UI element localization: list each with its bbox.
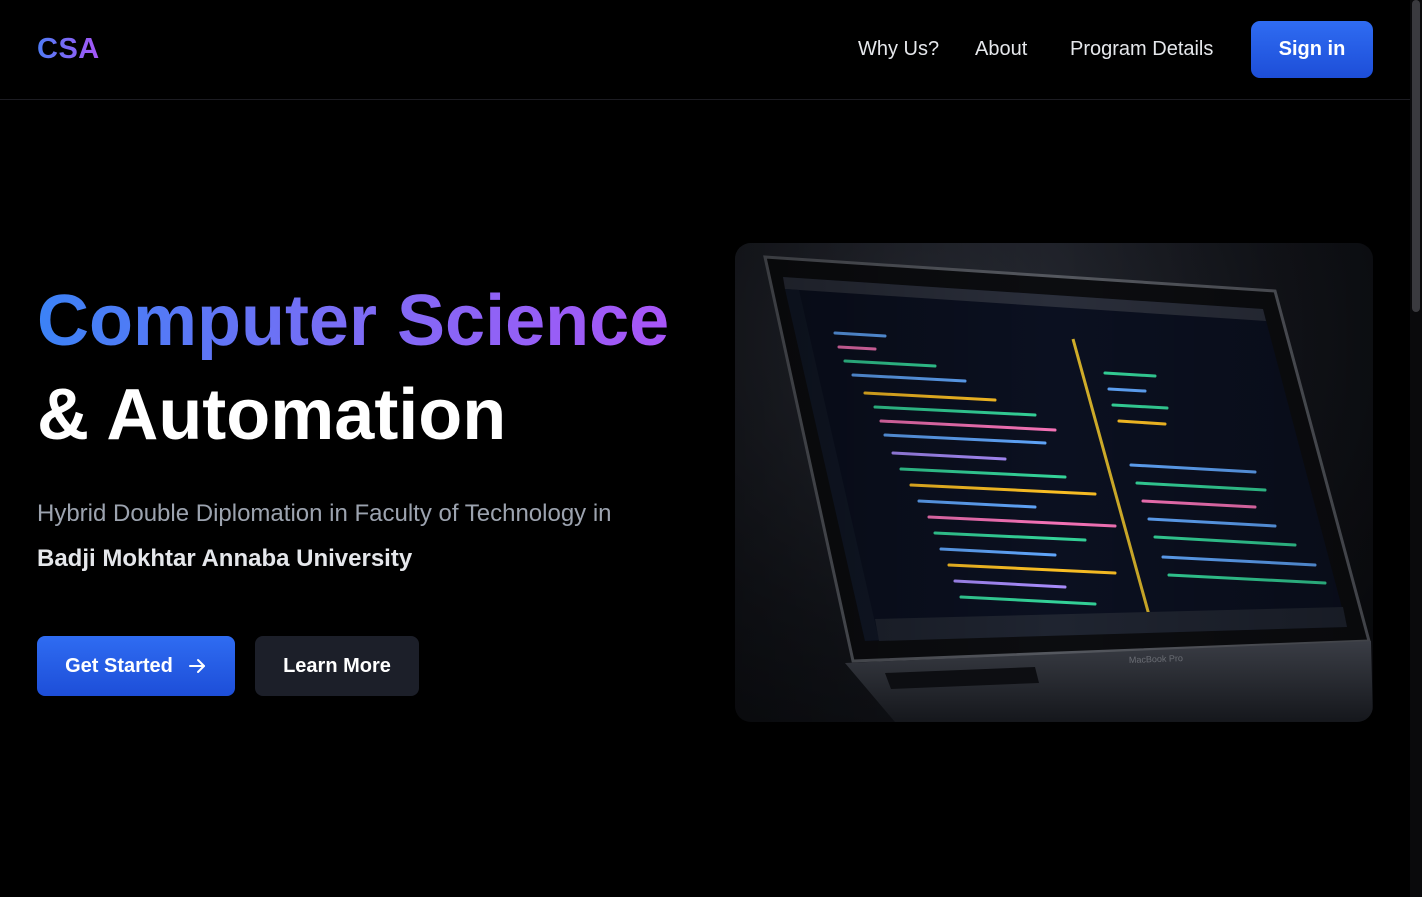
learn-more-button[interactable]: Learn More bbox=[255, 636, 419, 696]
hero-subtitle: Hybrid Double Diplomation in Faculty of … bbox=[37, 500, 612, 527]
nav-link-program-details[interactable]: Program Details bbox=[1070, 38, 1213, 61]
nav-link-why-us[interactable]: Why Us? bbox=[858, 38, 939, 61]
hero-title: & Automation bbox=[37, 375, 507, 455]
top-navigation-bar: CSA Why Us? About Program Details Sign i… bbox=[0, 0, 1410, 100]
arrow-right-icon bbox=[187, 656, 207, 676]
sign-in-button[interactable]: Sign in bbox=[1251, 21, 1373, 78]
hero-university: Badji Mokhtar Annaba University bbox=[37, 545, 413, 572]
get-started-label: Get Started bbox=[65, 654, 173, 677]
svg-text:MacBook Pro: MacBook Pro bbox=[1129, 653, 1183, 665]
landing-page: CSA Why Us? About Program Details Sign i… bbox=[0, 0, 1422, 897]
hero-title-gradient: Computer Science bbox=[37, 278, 669, 364]
site-logo[interactable]: CSA bbox=[37, 33, 100, 66]
page-scrollbar[interactable] bbox=[1410, 0, 1422, 897]
nav-link-about[interactable]: About bbox=[975, 38, 1027, 61]
laptop-code-image: MacBook Pro bbox=[735, 243, 1373, 722]
get-started-button[interactable]: Get Started bbox=[37, 636, 235, 696]
scrollbar-thumb[interactable] bbox=[1412, 0, 1420, 312]
